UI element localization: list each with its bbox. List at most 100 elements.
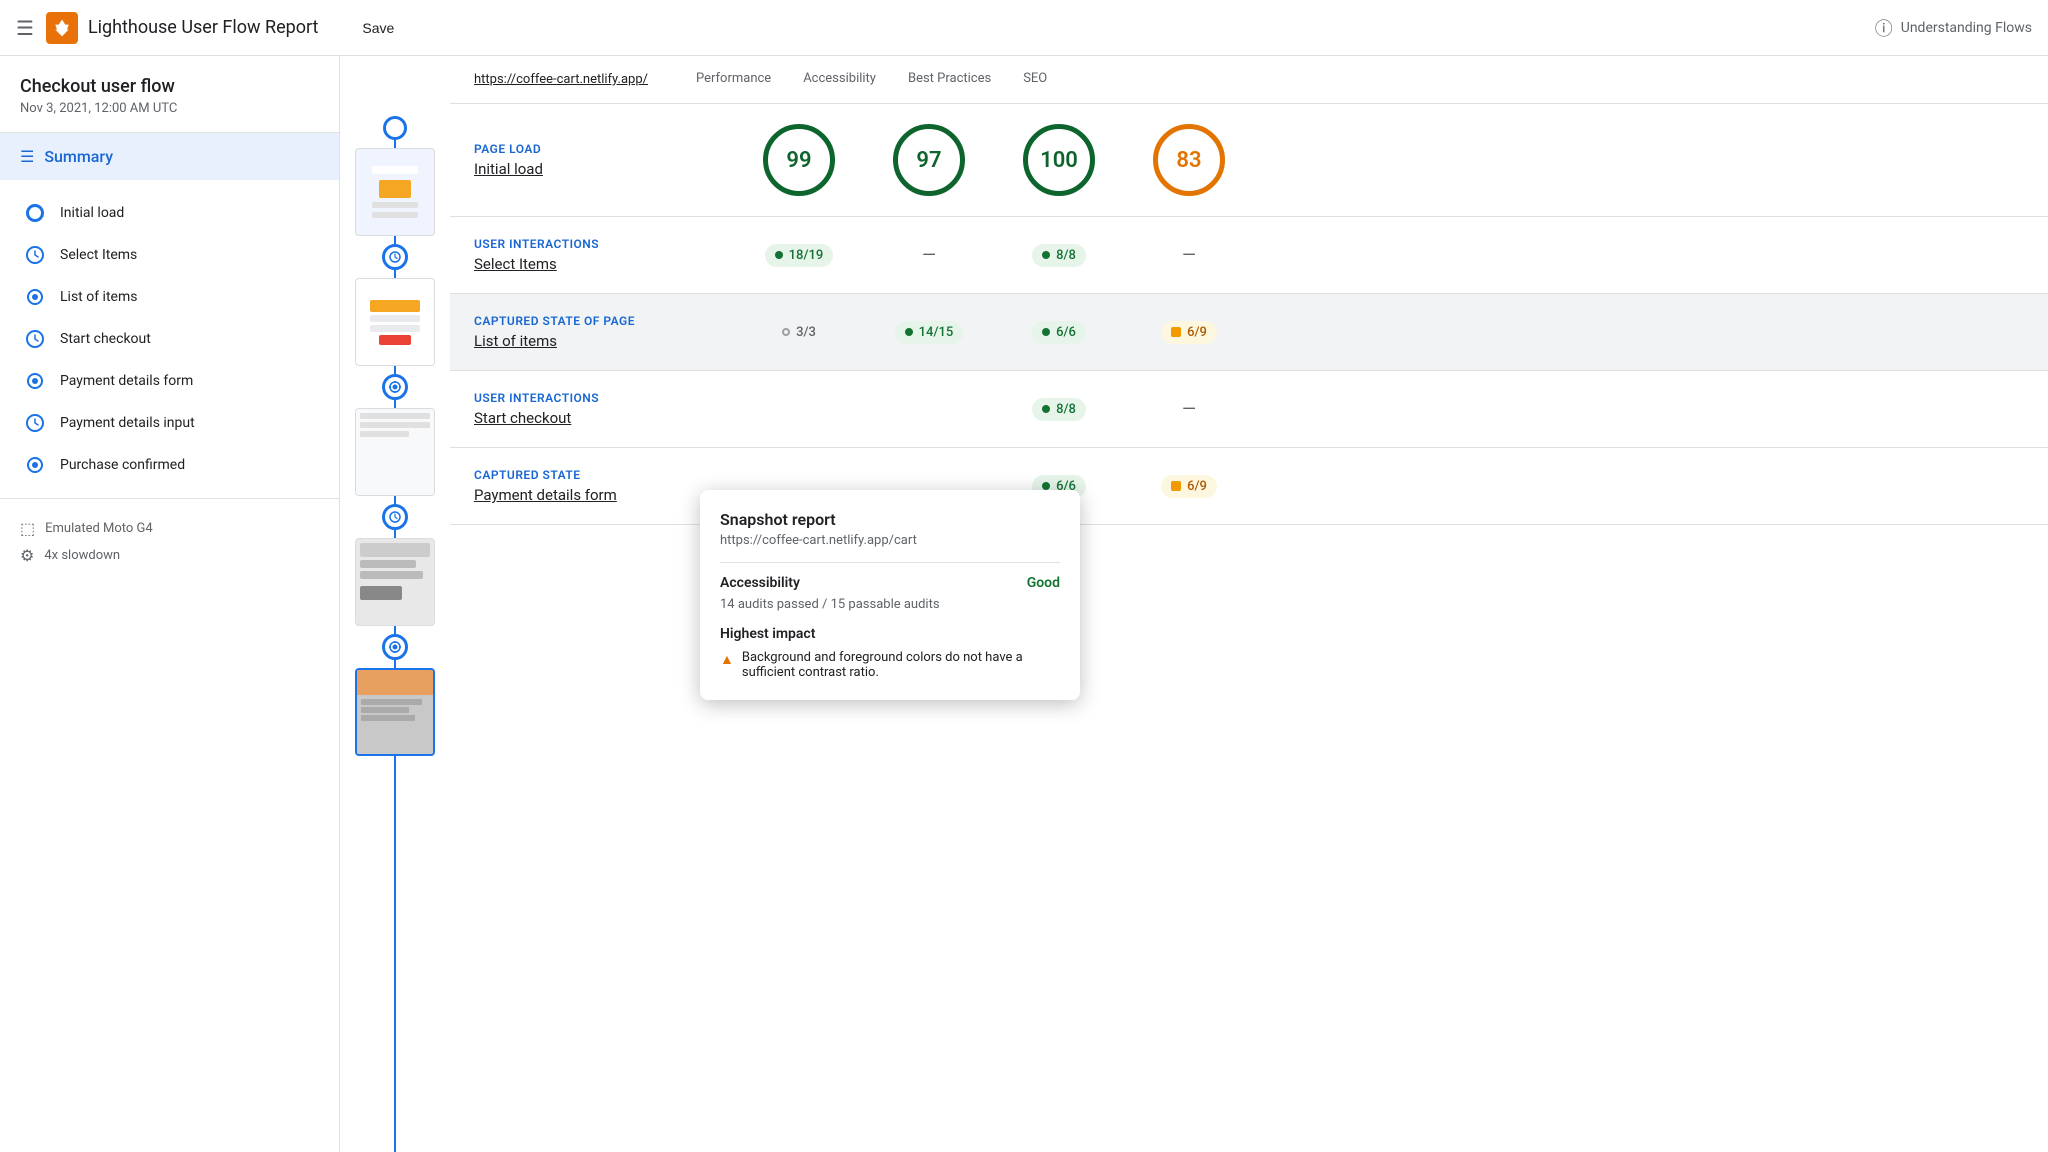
circle-97: 97 [893,124,965,196]
section-left-select-items: User interactions Select Items [474,237,734,273]
interaction-icon-payment-input [24,412,46,434]
thumb-2[interactable] [355,278,435,366]
thumb-1[interactable] [355,148,435,236]
section-payment-details-form: Captured state Payment details form 6/6 [450,448,2048,525]
sidebar-item-start-checkout[interactable]: Start checkout [0,318,339,360]
score-accessibility-initial-load: 97 [864,124,994,196]
device-info: ⬚ Emulated Moto G4 [20,515,319,542]
app-title: Lighthouse User Flow Report [88,17,318,38]
app-header: ☰ Lighthouse User Flow Report Save ⓘ Und… [0,0,2048,56]
dash-accessibility-select: — [922,245,936,266]
section-scores-initial-load: 99 97 100 83 [734,124,2024,196]
content-area: https://coffee-cart.netlify.app/ Perform… [450,56,2048,1152]
badge-14-15: 14/15 [895,321,964,344]
badge-6-9-list: 6/9 [1161,321,1217,344]
step-label-start-checkout: Start checkout [60,331,151,347]
section-initial-load: Page load Initial load 99 97 100 83 [450,104,2048,217]
score-accessibility-list-items: 14/15 [864,321,994,344]
tab-accessibility[interactable]: Accessibility [787,56,892,104]
tl-section-5 [355,634,435,764]
interaction-icon-select [24,244,46,266]
score-performance-list-items: 3/3 [734,321,864,344]
understanding-flows-label: Understanding Flows [1901,20,2032,36]
thumb-3[interactable] [355,408,435,496]
clock-icon [25,245,45,265]
sidebar-item-purchase-confirmed[interactable]: Purchase confirmed [0,444,339,486]
thumb-5[interactable] [355,668,435,756]
popup-accessibility-label: Accessibility [720,575,800,591]
score-best-practices-start-checkout: 8/8 [994,398,1124,421]
section-type-payment-form: Captured state [474,468,734,482]
popup-title: Snapshot report [720,510,1060,529]
step-label-payment-details-form: Payment details form [60,373,193,389]
help-icon: ⓘ [1875,15,1893,41]
step-label-purchase-confirmed: Purchase confirmed [60,457,185,473]
score-best-practices-list-items: 6/6 [994,321,1124,344]
section-scores-list-of-items: 3/3 14/15 6/6 [734,321,2024,344]
sidebar-item-payment-details-input[interactable]: Payment details input [0,402,339,444]
sidebar-steps: Initial load Select Items [0,180,339,498]
tl-node-3 [382,374,408,400]
dot-green-6 [1042,482,1050,490]
understanding-flows-link[interactable]: ⓘ Understanding Flows [1875,15,2032,41]
tl-section-1 [355,116,435,244]
tab-seo[interactable]: SEO [1007,56,1063,104]
dot-gray [782,328,790,336]
sidebar-summary-item[interactable]: ☰ Summary [0,133,339,180]
tab-best-practices[interactable]: Best Practices [892,56,1007,104]
popup-accessibility-value: Good [1027,575,1060,591]
score-seo-start-checkout: — [1124,399,1254,420]
timeline-column [340,56,450,1152]
score-seo-initial-load: 83 [1124,124,1254,196]
tab-performance[interactable]: Performance [680,56,787,104]
badge-18-19: 18/19 [765,244,834,267]
section-name-initial-load[interactable]: Initial load [474,160,734,178]
section-list-of-items: Captured state of page List of items 3/3… [450,294,2048,371]
sidebar-footer: ⬚ Emulated Moto G4 ⚙ 4x slowdown [0,498,339,585]
main-content: https://coffee-cart.netlify.app/ Perform… [340,56,2048,1152]
section-type-initial-load: Page load [474,142,734,156]
lighthouse-icon [52,18,72,38]
flow-title: Checkout user flow [0,56,339,101]
tab-bar: https://coffee-cart.netlify.app/ Perform… [450,56,2048,104]
tl-node-5 [382,634,408,660]
circle-83: 83 [1153,124,1225,196]
sidebar-summary-label: Summary [44,147,113,166]
sidebar-item-select-items[interactable]: Select Items [0,234,339,276]
section-scores-select-items: 18/19 — 8/8 — [734,244,2024,267]
tab-url[interactable]: https://coffee-cart.netlify.app/ [474,72,648,87]
slowdown-icon: ⚙ [20,546,34,565]
sidebar-item-initial-load[interactable]: Initial load [0,192,339,234]
popup-warning: ▲ Background and foreground colors do no… [720,650,1060,680]
badge-6-6-list: 6/6 [1032,321,1086,344]
dot-green-4 [1042,328,1050,336]
square-orange-2 [1171,481,1181,491]
section-name-list-of-items[interactable]: List of items [474,332,734,350]
app-logo [46,12,78,44]
snapshot-popup: Snapshot report https://coffee-cart.netl… [700,490,1080,700]
thumb-4[interactable] [355,538,435,626]
sidebar-item-payment-details-form[interactable]: Payment details form [0,360,339,402]
tl-node-4 [382,504,408,530]
list-icon: ☰ [20,147,34,166]
score-accessibility-select-items: — [864,245,994,266]
dash-seo-checkout: — [1182,399,1196,420]
tl-node-2 [382,244,408,270]
section-name-start-checkout[interactable]: Start checkout [474,409,734,427]
snapshot-icon-purchase [24,454,46,476]
pageload-icon [24,202,46,224]
score-best-practices-select-items: 8/8 [994,244,1124,267]
section-left-initial-load: Page load Initial load [474,142,734,178]
section-name-select-items[interactable]: Select Items [474,255,734,273]
score-seo-select-items: — [1124,245,1254,266]
popup-divider [720,562,1060,563]
save-button[interactable]: Save [350,14,406,42]
tl-node-1 [383,116,407,140]
badge-8-8-select: 8/8 [1032,244,1086,267]
score-performance-initial-load: 99 [734,124,864,196]
step-label-list-of-items: List of items [60,289,137,305]
section-name-payment-form[interactable]: Payment details form [474,486,734,504]
dash-seo-select: — [1182,245,1196,266]
menu-icon[interactable]: ☰ [16,16,34,40]
sidebar-item-list-of-items[interactable]: List of items [0,276,339,318]
